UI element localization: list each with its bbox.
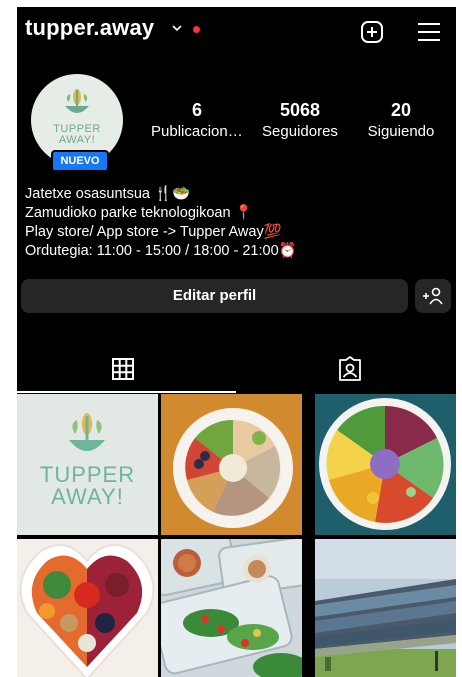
post-thumbnail[interactable] bbox=[315, 539, 456, 677]
post-logo-line-2: AWAY! bbox=[51, 484, 124, 509]
followers-count-value: 5068 bbox=[279, 100, 321, 120]
following-count-label: Siguiendo bbox=[367, 123, 435, 140]
salad-bowl-logo-icon bbox=[65, 89, 89, 113]
discover-people-button[interactable] bbox=[415, 279, 451, 313]
notification-dot bbox=[193, 26, 200, 33]
grid-icon bbox=[112, 358, 134, 380]
bio-line: Zamudioko parke teknologikoan 📍 bbox=[25, 205, 253, 221]
post-thumbnail[interactable] bbox=[17, 539, 158, 677]
heart-food-image bbox=[17, 539, 158, 677]
posts-count-value: 6 bbox=[191, 100, 202, 120]
tagged-person-icon bbox=[339, 356, 361, 381]
tab-tagged[interactable] bbox=[237, 347, 456, 393]
followers-count-label: Seguidores bbox=[262, 123, 338, 140]
post-thumbnail[interactable] bbox=[161, 394, 302, 535]
logo-line-2: AWAY! bbox=[58, 134, 96, 146]
bio: Jatetxe osasuntsua 🍴🥗 Zamudioko parke te… bbox=[25, 185, 450, 261]
post-thumbnail[interactable] bbox=[161, 539, 302, 677]
food-plate-image bbox=[161, 394, 302, 535]
username-switcher[interactable]: tupper.away bbox=[25, 15, 154, 41]
salad-bowl-image bbox=[315, 394, 456, 535]
followers-count[interactable]: 5068 Seguidores bbox=[253, 100, 347, 142]
following-count-value: 20 bbox=[390, 100, 412, 120]
meal-prep-image bbox=[161, 539, 302, 677]
bio-line: Jatetxe osasuntsua 🍴🥗 bbox=[25, 186, 191, 202]
post-logo-text: TUPPER AWAY! bbox=[17, 464, 158, 508]
active-tab-indicator bbox=[17, 391, 236, 393]
bio-line: Ordutegia: 11:00 - 15:00 / 18:00 - 21:00… bbox=[25, 243, 297, 259]
bio-line: Play store/ App store -> Tupper Away💯 bbox=[25, 224, 282, 240]
create-post-icon[interactable] bbox=[360, 20, 384, 44]
posts-count-label: Publicaciones bbox=[151, 123, 243, 140]
avatar-logo-text: TUPPER AWAY! bbox=[31, 124, 123, 146]
profile-tabs bbox=[17, 347, 456, 393]
post-logo-line-1: TUPPER bbox=[39, 462, 136, 487]
following-count[interactable]: 20 Siguiendo bbox=[359, 100, 443, 142]
new-badge: NUEVO bbox=[51, 150, 109, 172]
post-thumbnail[interactable]: TUPPER AWAY! bbox=[17, 394, 158, 535]
hamburger-menu-icon[interactable] bbox=[416, 20, 442, 44]
posts-count[interactable]: 6 Publicaciones bbox=[151, 100, 243, 142]
tab-posts-grid[interactable] bbox=[17, 347, 236, 393]
post-thumbnail[interactable] bbox=[315, 394, 456, 535]
top-bar: tupper.away bbox=[17, 7, 456, 57]
chevron-down-icon[interactable] bbox=[171, 22, 183, 34]
add-person-icon bbox=[423, 287, 443, 305]
edit-profile-button[interactable]: Editar perfil bbox=[21, 279, 408, 313]
profile-screen: tupper.away TUPPER AWAY! NUEVO 6 Publica… bbox=[17, 7, 456, 677]
office-building-image bbox=[315, 539, 456, 677]
